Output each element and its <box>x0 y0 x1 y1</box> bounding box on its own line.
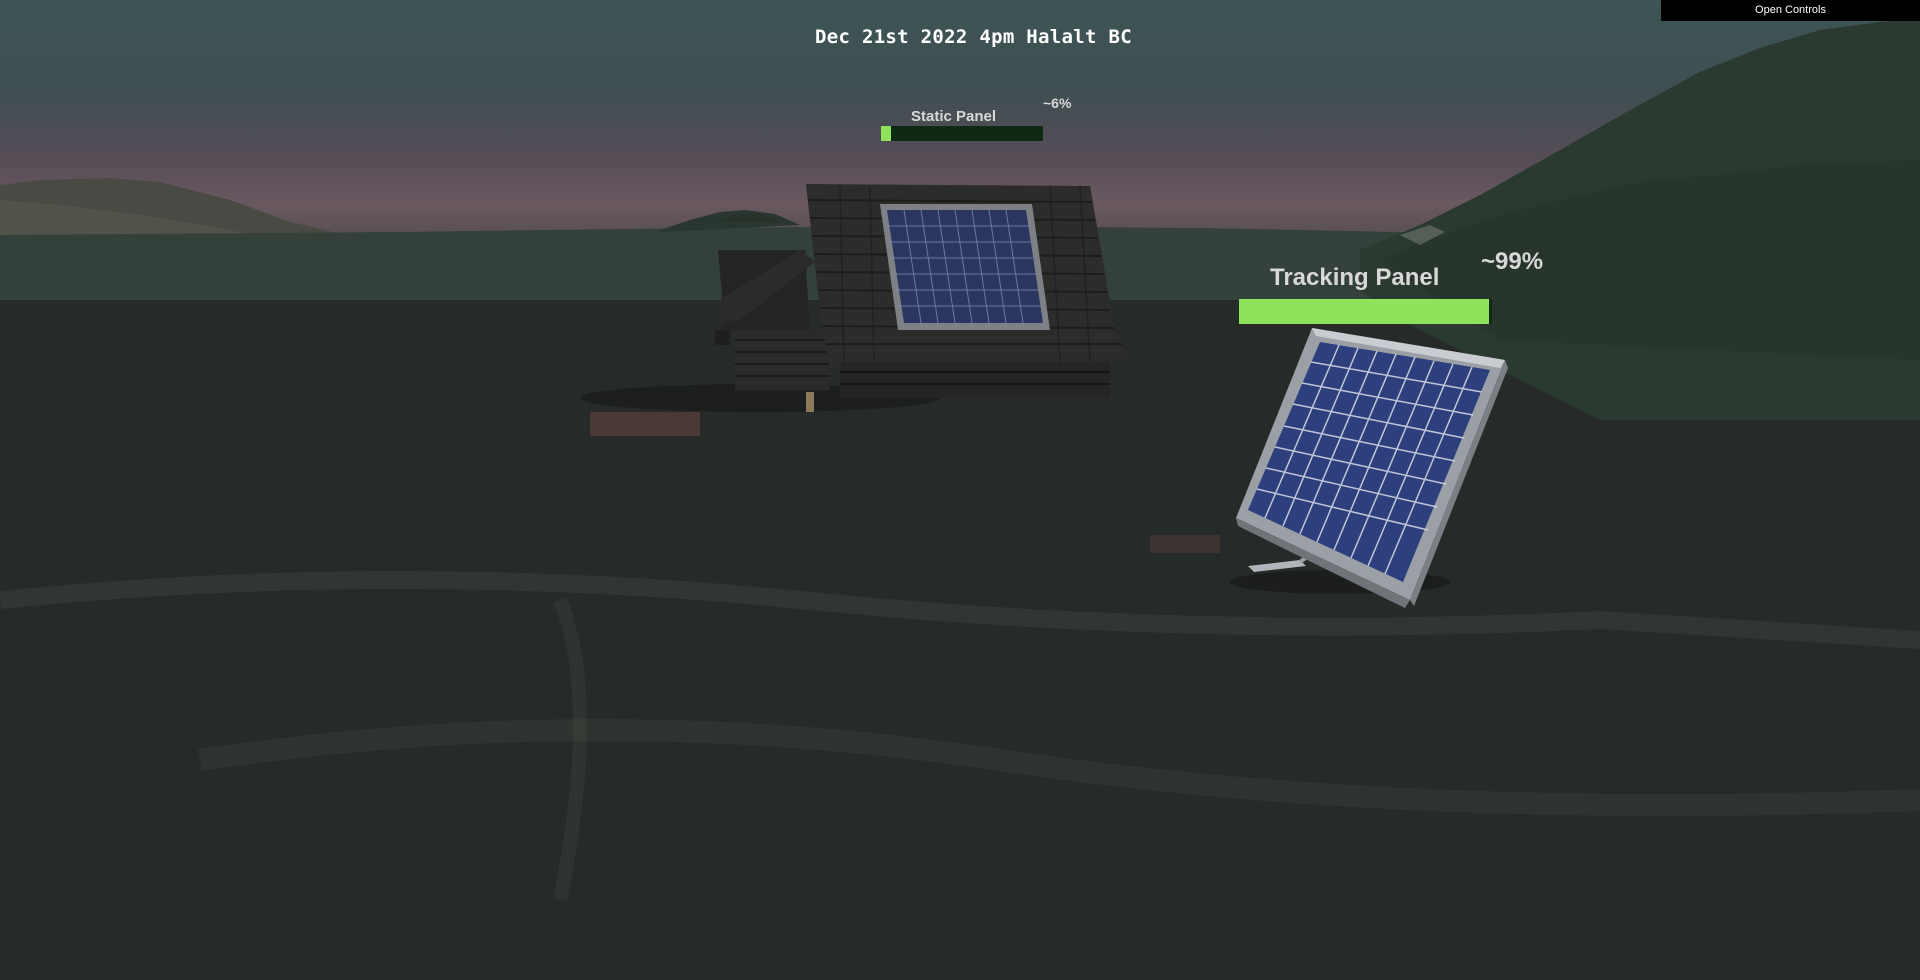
tracking-panel-percent: ~99% <box>1481 248 1544 275</box>
scene-title: Dec 21st 2022 4pm Halalt BC <box>815 26 1132 48</box>
tracking-panel-efficiency-fill <box>1239 299 1490 324</box>
tracking-panel-model <box>1230 328 1508 608</box>
static-panel-label: Static Panel <box>911 108 997 125</box>
3d-viewport[interactable]: Dec 21st 2022 4pm Halalt BC Open Control… <box>0 0 1920 980</box>
tracking-panel-efficiency-bar <box>1239 299 1492 324</box>
static-panel-efficiency-bar <box>881 126 1043 141</box>
open-controls-button[interactable]: Open Controls <box>1661 0 1920 21</box>
tracking-panel-label: Tracking Panel <box>1270 264 1440 291</box>
static-panel-efficiency-fill <box>881 126 891 141</box>
static-panel-percent: ~6% <box>1043 95 1072 111</box>
